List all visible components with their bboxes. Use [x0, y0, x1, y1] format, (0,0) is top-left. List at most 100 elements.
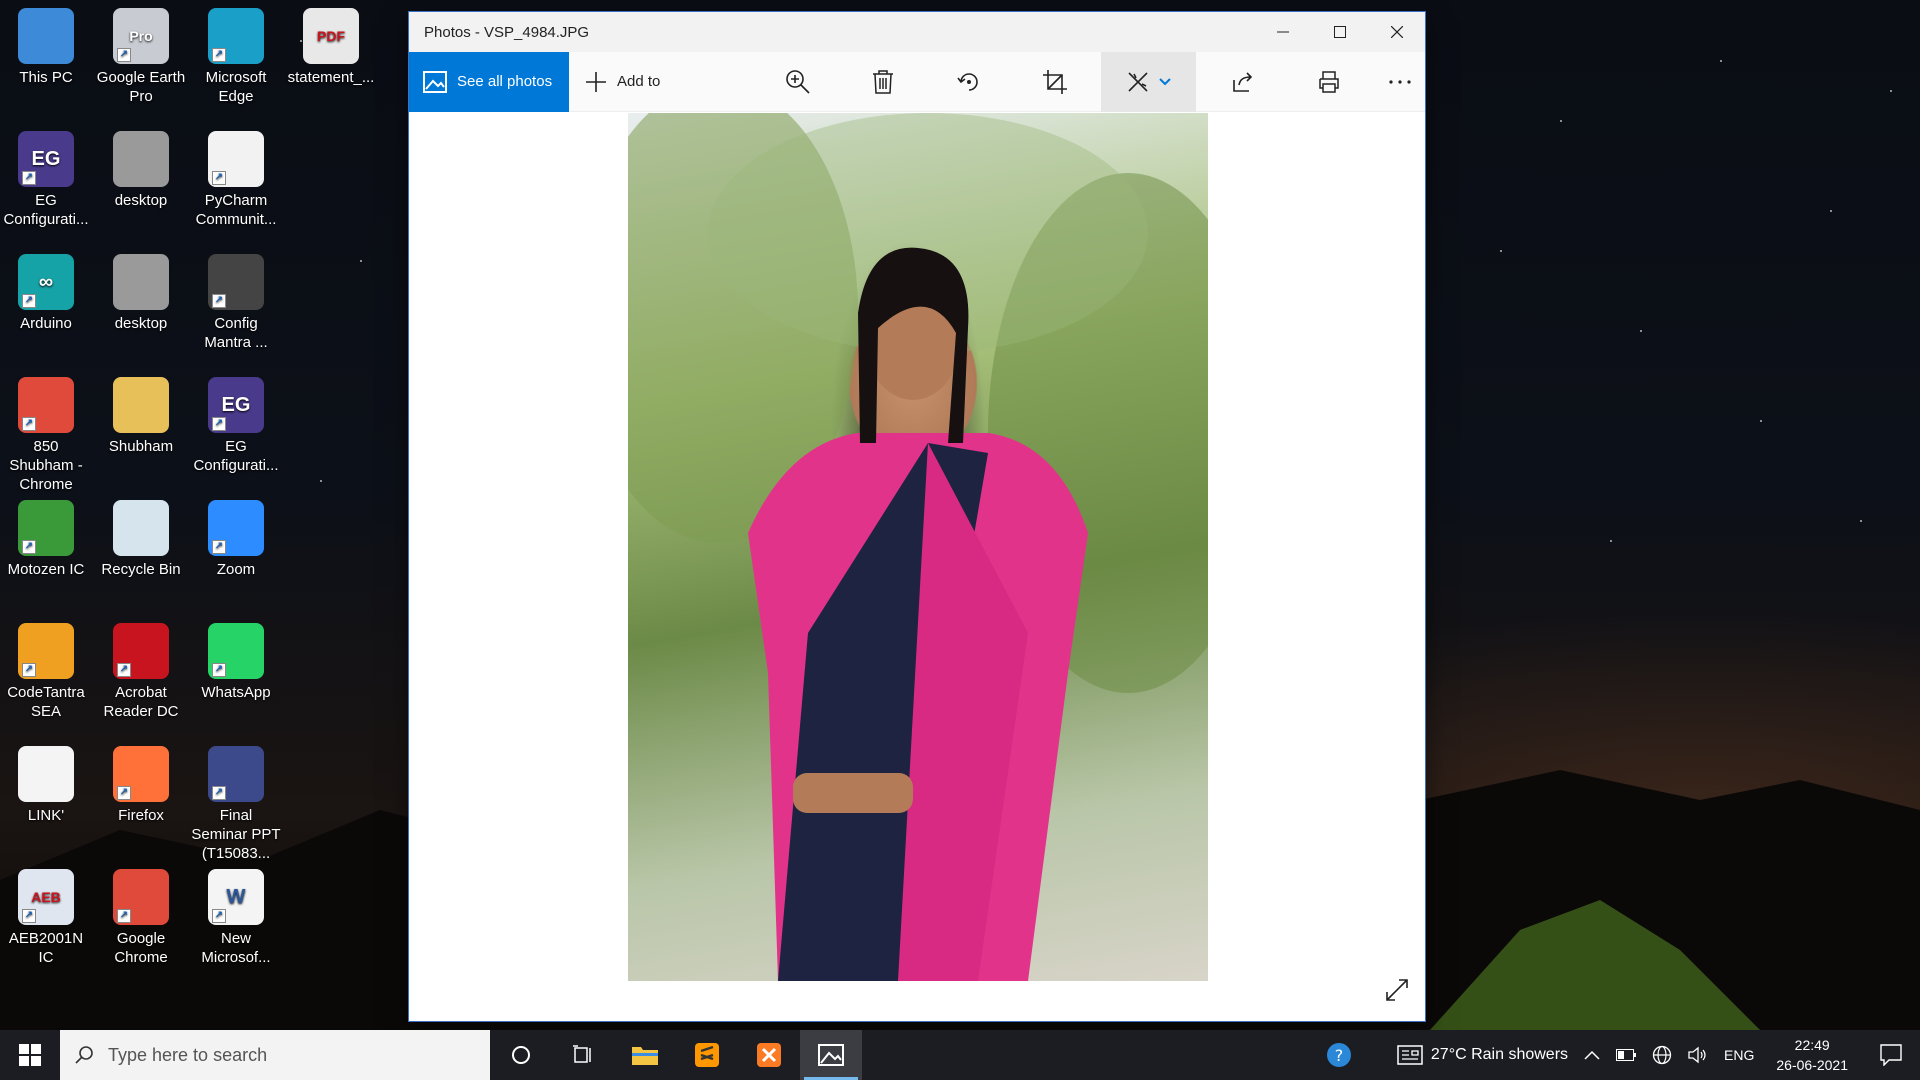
- taskbar-file-explorer[interactable]: [614, 1030, 676, 1080]
- icon-badge-text: AEB: [31, 888, 61, 905]
- desktop-icon[interactable]: EG ↗ EG Configurati...: [0, 131, 92, 229]
- close-icon: [1390, 26, 1403, 38]
- shortcut-arrow-icon: ↗: [22, 417, 36, 431]
- blank-file-icon: [18, 746, 74, 802]
- weather-widget[interactable]: 27°C Rain showers: [1389, 1030, 1576, 1080]
- delete-button[interactable]: [855, 52, 911, 112]
- crop-icon: [1043, 70, 1067, 94]
- add-to-button[interactable]: Add to: [585, 71, 660, 93]
- see-all-photos-button[interactable]: See all photos: [409, 51, 569, 112]
- desktop-icon[interactable]: ↗ Acrobat Reader DC: [95, 623, 187, 721]
- icon-badge-text: W: [226, 885, 246, 908]
- photo-view[interactable]: [628, 113, 1208, 981]
- language-indicator[interactable]: ENG: [1716, 1030, 1762, 1080]
- minimize-icon: [1276, 31, 1289, 33]
- weather-text: 27°C Rain showers: [1430, 1046, 1569, 1063]
- task-view-button[interactable]: [552, 1030, 614, 1080]
- clock[interactable]: 22:49 26-06-2021: [1762, 1035, 1862, 1075]
- network-tray[interactable]: [1644, 1030, 1680, 1080]
- taskbar-search-box[interactable]: Type here to search: [60, 1030, 490, 1080]
- battery-tray[interactable]: [1608, 1030, 1644, 1080]
- maximize-button[interactable]: [1311, 12, 1368, 52]
- desktop-icon[interactable]: ↗ Motozen IC: [0, 500, 92, 579]
- desktop-icon[interactable]: LINK': [0, 746, 92, 825]
- desktop-icon-label: This PC: [19, 69, 73, 86]
- icon-badge-text: ∞: [38, 270, 54, 293]
- cortana-button[interactable]: [490, 1030, 552, 1080]
- show-hidden-icons-button[interactable]: [1576, 1030, 1608, 1080]
- zoom-button[interactable]: [770, 52, 826, 112]
- desktop-icon[interactable]: EG ↗ EG Configurati...: [190, 377, 282, 475]
- fullscreen-button[interactable]: [1385, 978, 1409, 1007]
- desktop-icon[interactable]: W ↗ New Microsof...: [190, 869, 282, 967]
- desktop-icon[interactable]: ↗ 850 Shubham - Chrome: [0, 377, 92, 494]
- desktop-icon-label: LINK': [27, 807, 65, 824]
- desktop-icon-label: CodeTantra SEA: [7, 684, 85, 720]
- desktop-icon-label: Shubham: [108, 438, 174, 455]
- desktop-icon[interactable]: AEB ↗ AEB2001N IC: [0, 869, 92, 967]
- shortcut-arrow-icon: ↗: [117, 663, 131, 677]
- action-center-button[interactable]: [1862, 1030, 1920, 1080]
- desktop-icon[interactable]: Recycle Bin: [95, 500, 187, 579]
- battery-icon: [1616, 1049, 1637, 1061]
- desktop-icon[interactable]: ↗ Firefox: [95, 746, 187, 825]
- desktop-icon[interactable]: ↗ CodeTantra SEA: [0, 623, 92, 721]
- desktop-icon[interactable]: desktop: [95, 254, 187, 333]
- delete-icon: [873, 70, 893, 94]
- share-icon: [1233, 72, 1253, 92]
- minimize-button[interactable]: [1254, 12, 1311, 52]
- taskbar-photos[interactable]: [800, 1030, 862, 1080]
- close-button[interactable]: [1368, 12, 1425, 52]
- shortcut-arrow-icon: ↗: [117, 786, 131, 800]
- crop-button[interactable]: [1027, 52, 1083, 112]
- desktop-icon[interactable]: PDF statement_...: [285, 8, 377, 87]
- whatsapp-icon: ↗: [208, 623, 264, 679]
- desktop-icon[interactable]: Shubham: [95, 377, 187, 456]
- rotate-button[interactable]: [941, 52, 997, 112]
- shortcut-arrow-icon: ↗: [212, 171, 226, 185]
- desktop-icon[interactable]: Pro ↗ Google Earth Pro: [95, 8, 187, 106]
- icon-badge-text: EG: [221, 393, 251, 416]
- shortcut-arrow-icon: ↗: [212, 663, 226, 677]
- desktop-icon[interactable]: ↗ Zoom: [190, 500, 282, 579]
- user-folder-icon: [113, 377, 169, 433]
- windows-logo-icon: [19, 1044, 41, 1066]
- desktop-icon-label: AEB2001N IC: [8, 930, 84, 966]
- shortcut-arrow-icon: ↗: [212, 786, 226, 800]
- print-button[interactable]: [1301, 52, 1357, 112]
- desktop-icon[interactable]: desktop: [95, 131, 187, 210]
- shortcut-arrow-icon: ↗: [22, 171, 36, 185]
- acrobat-icon: ↗: [113, 623, 169, 679]
- title-bar[interactable]: Photos - VSP_4984.JPG: [409, 12, 1425, 52]
- desktop-icon[interactable]: This PC: [0, 8, 92, 87]
- desktop-icon[interactable]: ∞ ↗ Arduino: [0, 254, 92, 333]
- chrome-icon: ↗: [113, 869, 169, 925]
- edit-create-button[interactable]: [1101, 52, 1196, 112]
- eg-config-icon: EG ↗: [18, 131, 74, 187]
- language-label: ENG: [1724, 1047, 1755, 1063]
- desktop-icon-label: Microsoft Edge: [205, 69, 267, 105]
- help-tray-button[interactable]: ?: [1317, 1030, 1361, 1080]
- search-placeholder: Type here to search: [108, 1044, 268, 1065]
- system-tray: ? 27°C Rain showers ENG 22:49 26-06-2021: [1317, 1030, 1920, 1080]
- volume-tray[interactable]: [1680, 1030, 1716, 1080]
- desktop-icon[interactable]: ↗ Microsoft Edge: [190, 8, 282, 106]
- more-button[interactable]: [1372, 52, 1428, 112]
- desktop-icon[interactable]: ↗ WhatsApp: [190, 623, 282, 702]
- share-button[interactable]: [1215, 52, 1271, 112]
- desktop-icon[interactable]: ↗ Final Seminar PPT (T15083...: [190, 746, 282, 863]
- eg-config-icon: EG ↗: [208, 377, 264, 433]
- start-button[interactable]: [0, 1030, 60, 1080]
- taskbar-xampp[interactable]: [738, 1030, 800, 1080]
- zoom-icon: ↗: [208, 500, 264, 556]
- shortcut-arrow-icon: ↗: [212, 48, 226, 62]
- plus-icon: [586, 71, 606, 92]
- pdf-file-icon: PDF: [303, 8, 359, 64]
- desktop-icon-label: Recycle Bin: [101, 561, 181, 578]
- desktop-icon[interactable]: ↗ PyCharm Communit...: [190, 131, 282, 229]
- desktop-icon[interactable]: ↗ Config Mantra ...: [190, 254, 282, 352]
- shortcut-arrow-icon: ↗: [117, 909, 131, 923]
- see-all-photos-label: See all photos: [457, 73, 553, 90]
- taskbar-sublime-text[interactable]: [676, 1030, 738, 1080]
- desktop-icon[interactable]: ↗ Google Chrome: [95, 869, 187, 967]
